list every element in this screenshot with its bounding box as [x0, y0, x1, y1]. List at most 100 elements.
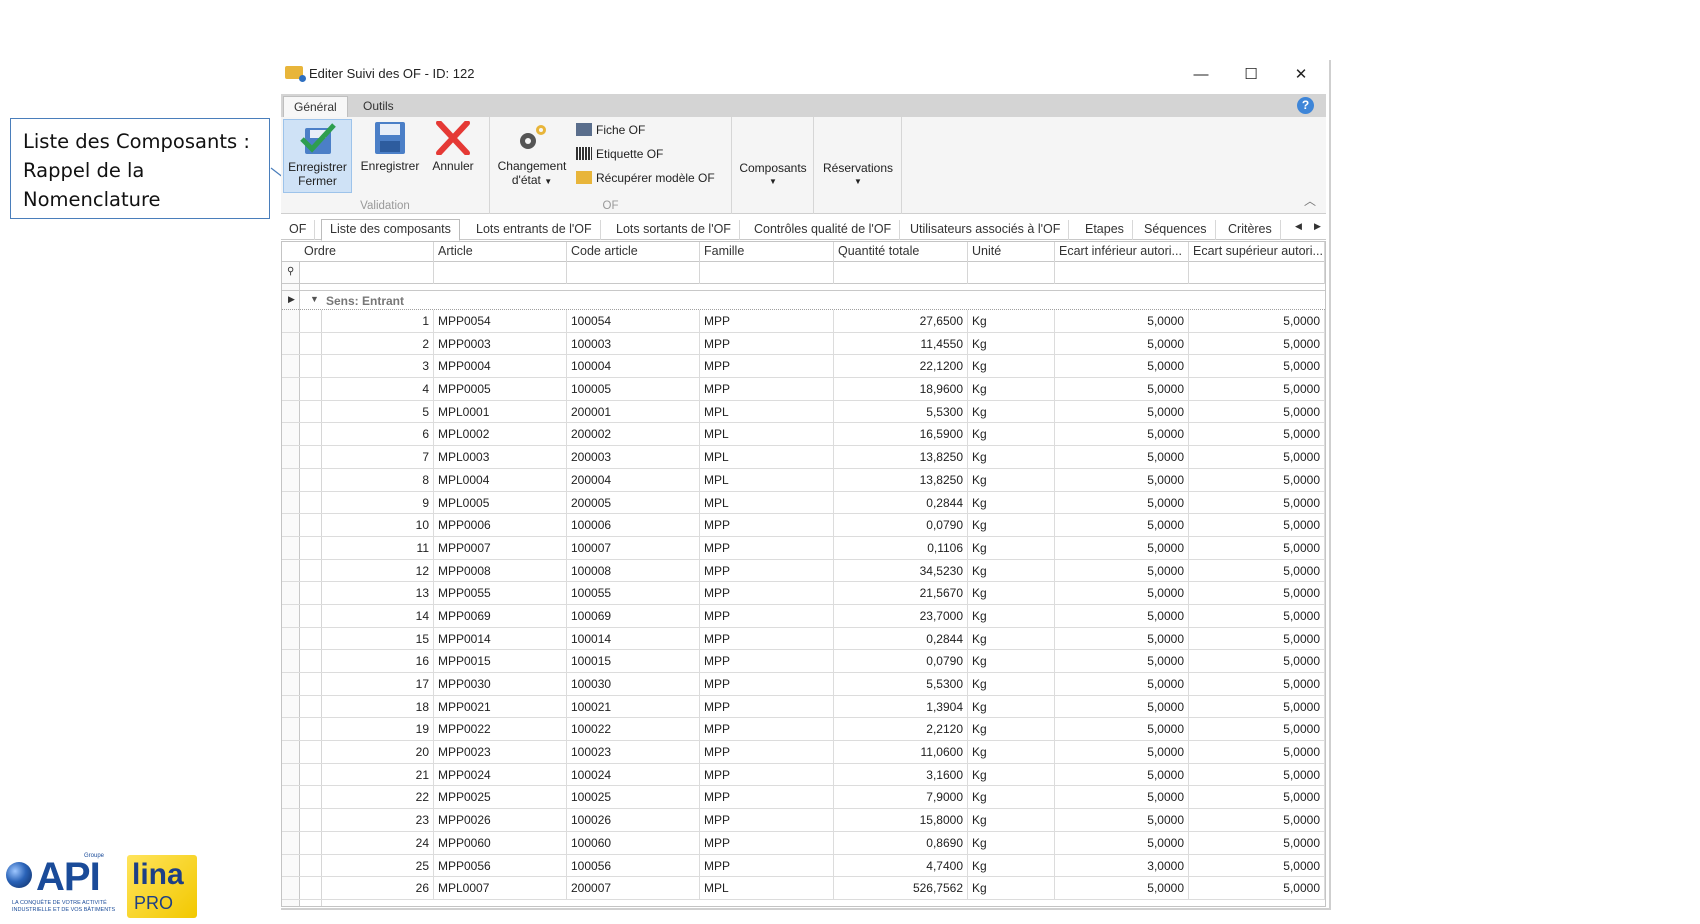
change-state-button[interactable]: Changement d'état ▼ [494, 119, 570, 193]
filter-cell[interactable] [834, 262, 968, 284]
table-cell: 5,0000 [1055, 718, 1189, 741]
table-cell: 100007 [567, 536, 700, 559]
filter-cell[interactable] [434, 262, 567, 284]
table-cell: MPP0005 [434, 378, 567, 400]
column-header[interactable]: Famille [700, 242, 834, 262]
table-cell: Kg [968, 423, 1055, 446]
table-row[interactable]: 22 MPP0025 100025 MPP 7,9000 Kg 5,0000 5,0000 [282, 786, 1325, 810]
lina-logo-text: lina [132, 858, 184, 891]
cancel-button[interactable]: Annuler [423, 119, 483, 193]
table-row[interactable]: 11 MPP0007 100007 MPP 0,1106 Kg 5,0000 5,0000 [282, 536, 1325, 560]
close-button[interactable]: ✕ [1278, 62, 1324, 88]
table-row[interactable]: 1 MPP0054 100054 MPP 27,6500 Kg 5,0000 5,0000 [282, 310, 1325, 333]
column-header[interactable]: Ecart inférieur autori... [1055, 242, 1189, 262]
tab-scroll-right-icon[interactable]: ▶ [1314, 221, 1321, 232]
table-cell: 14 [322, 604, 434, 627]
table-row[interactable]: 21 MPP0024 100024 MPP 3,1600 Kg 5,0000 5,0000 [282, 763, 1325, 787]
table-cell: Kg [968, 378, 1055, 400]
tab-liste-composants[interactable]: Liste des composants [321, 219, 460, 241]
table-row[interactable]: 13 MPP0055 100055 MPP 21,5670 Kg 5,0000 5,0000 [282, 582, 1325, 605]
filter-cell[interactable] [1055, 262, 1189, 284]
table-cell: 100054 [567, 310, 700, 332]
etiquette-of-button[interactable]: Etiquette OF [576, 147, 663, 161]
filter-cell[interactable] [1189, 262, 1325, 284]
table-row[interactable]: 10 MPP0006 100006 MPP 0,0790 Kg 5,0000 5,0000 [282, 514, 1325, 537]
printer-icon [576, 123, 592, 136]
group-row[interactable]: ▼ Sens: Entrant [282, 290, 1325, 310]
barcode-icon [576, 147, 592, 160]
column-header[interactable]: Article [434, 242, 567, 262]
column-header[interactable]: Code article [567, 242, 700, 262]
table-row[interactable]: 18 MPP0021 100021 MPP 1,3904 Kg 5,0000 5,0000 [282, 695, 1325, 719]
table-row[interactable]: 26 MPL0007 200007 MPL 526,7562 Kg 5,0000 5,0000 [282, 877, 1325, 900]
ribbon-tab-general[interactable]: Général [283, 96, 348, 117]
table-row[interactable]: 20 MPP0023 100023 MPP 11,0600 Kg 5,0000 5,0000 [282, 741, 1325, 764]
collapse-ribbon-icon[interactable]: ︿ [1304, 192, 1316, 209]
table-cell: 100025 [567, 786, 700, 809]
tab-scroll-left-icon[interactable]: ◀ [1295, 221, 1302, 232]
minimize-button[interactable]: — [1178, 62, 1224, 88]
column-header[interactable]: Ecart supérieur autori... [1189, 242, 1325, 262]
tab-criteres[interactable]: Critères [1220, 220, 1281, 240]
tab-etapes[interactable]: Etapes [1077, 220, 1133, 240]
filter-cell[interactable] [700, 262, 834, 284]
table-row[interactable]: 6 MPL0002 200002 MPL 16,5900 Kg 5,0000 5,0000 [282, 423, 1325, 447]
save-button[interactable]: Enregistrer [357, 119, 423, 193]
tab-sequences[interactable]: Séquences [1136, 220, 1216, 240]
table-cell: 11 [322, 536, 434, 559]
table-cell: Kg [968, 831, 1055, 854]
table-row[interactable]: 23 MPP0026 100026 MPP 15,8000 Kg 5,0000 5,0000 [282, 809, 1325, 832]
api-tagline: LA CONQUÊTE DE VOTRE ACTIVITÉ INDUSTRIEL… [12, 900, 116, 913]
table-row[interactable]: 9 MPL0005 200005 MPL 0,2844 Kg 5,0000 5,0000 [282, 491, 1325, 515]
table-cell: 5,0000 [1189, 582, 1325, 604]
column-header[interactable]: Unité [968, 242, 1055, 262]
recuperer-modele-button[interactable]: Récupérer modèle OF [576, 171, 715, 185]
table-cell: 15 [322, 627, 434, 650]
table-row[interactable]: 14 MPP0069 100069 MPP 23,7000 Kg 5,0000 5,0000 [282, 604, 1325, 628]
maximize-button[interactable]: ☐ [1228, 62, 1274, 88]
reservations-button[interactable]: Réservations ▼ [816, 161, 900, 189]
table-row[interactable]: 4 MPP0005 100005 MPP 18,9600 Kg 5,0000 5,0000 [282, 378, 1325, 401]
ribbon-tab-outils[interactable]: Outils [353, 96, 404, 117]
tab-controles-qualite[interactable]: Contrôles qualité de l'OF [746, 220, 901, 240]
dropdown-arrow-icon: ▼ [769, 177, 777, 186]
table-row[interactable]: 19 MPP0022 100022 MPP 2,2120 Kg 5,0000 5,0000 [282, 718, 1325, 742]
table-cell: 5,0000 [1189, 786, 1325, 809]
filter-cell[interactable] [567, 262, 700, 284]
composants-button[interactable]: Composants ▼ [734, 161, 812, 189]
table-row[interactable]: 8 MPL0004 200004 MPL 13,8250 Kg 5,0000 5,0000 [282, 468, 1325, 492]
cancel-x-icon [436, 121, 470, 155]
table-cell: MPP [700, 673, 834, 695]
tab-utilisateurs-associes[interactable]: Utilisateurs associés à l'OF [902, 220, 1070, 240]
table-cell: MPP [700, 650, 834, 672]
tab-of[interactable]: OF [281, 220, 316, 240]
table-cell: 5,0000 [1055, 536, 1189, 559]
table-row[interactable]: 2 MPP0003 100003 MPP 11,4550 Kg 5,0000 5,0000 [282, 332, 1325, 356]
table-row[interactable]: 7 MPL0003 200003 MPL 13,8250 Kg 5,0000 5,0000 [282, 446, 1325, 469]
table-row[interactable]: 3 MPP0004 100004 MPP 22,1200 Kg 5,0000 5,0000 [282, 355, 1325, 379]
group-collapse-icon[interactable]: ▼ [310, 294, 319, 304]
filter-cell[interactable] [300, 262, 434, 284]
table-cell: MPL0003 [434, 446, 567, 468]
table-row[interactable]: 15 MPP0014 100014 MPP 0,2844 Kg 5,0000 5,0000 [282, 627, 1325, 651]
table-row[interactable]: 24 MPP0060 100060 MPP 0,8690 Kg 5,0000 5,0000 [282, 831, 1325, 855]
tab-lots-entrants[interactable]: Lots entrants de l'OF [468, 220, 601, 240]
table-row[interactable]: 5 MPL0001 200001 MPL 5,5300 Kg 5,0000 5,0000 [282, 400, 1325, 424]
table-row[interactable]: 17 MPP0030 100030 MPP 5,5300 Kg 5,0000 5,0000 [282, 673, 1325, 696]
table-cell: Kg [968, 854, 1055, 877]
table-row[interactable]: 25 MPP0056 100056 MPP 4,7400 Kg 3,0000 5,0000 [282, 854, 1325, 878]
filter-cell[interactable] [968, 262, 1055, 284]
table-cell: MPP0025 [434, 786, 567, 809]
table-cell: 5,0000 [1189, 378, 1325, 400]
fiche-of-button[interactable]: Fiche OF [576, 123, 645, 137]
table-row[interactable]: 12 MPP0008 100008 MPP 34,5230 Kg 5,0000 5,0000 [282, 559, 1325, 583]
table-cell: Kg [968, 332, 1055, 355]
column-header[interactable]: Ordre [300, 242, 434, 262]
etiquette-of-label: Etiquette OF [596, 147, 664, 161]
save-close-button[interactable]: Enregistrer Fermer [283, 119, 352, 193]
tab-lots-sortants[interactable]: Lots sortants de l'OF [608, 220, 740, 240]
table-row[interactable]: 16 MPP0015 100015 MPP 0,0790 Kg 5,0000 5,0000 [282, 650, 1325, 673]
table-cell: 4,7400 [834, 854, 968, 877]
column-header[interactable]: Quantité totale [834, 242, 968, 262]
help-icon[interactable]: ? [1297, 97, 1314, 114]
